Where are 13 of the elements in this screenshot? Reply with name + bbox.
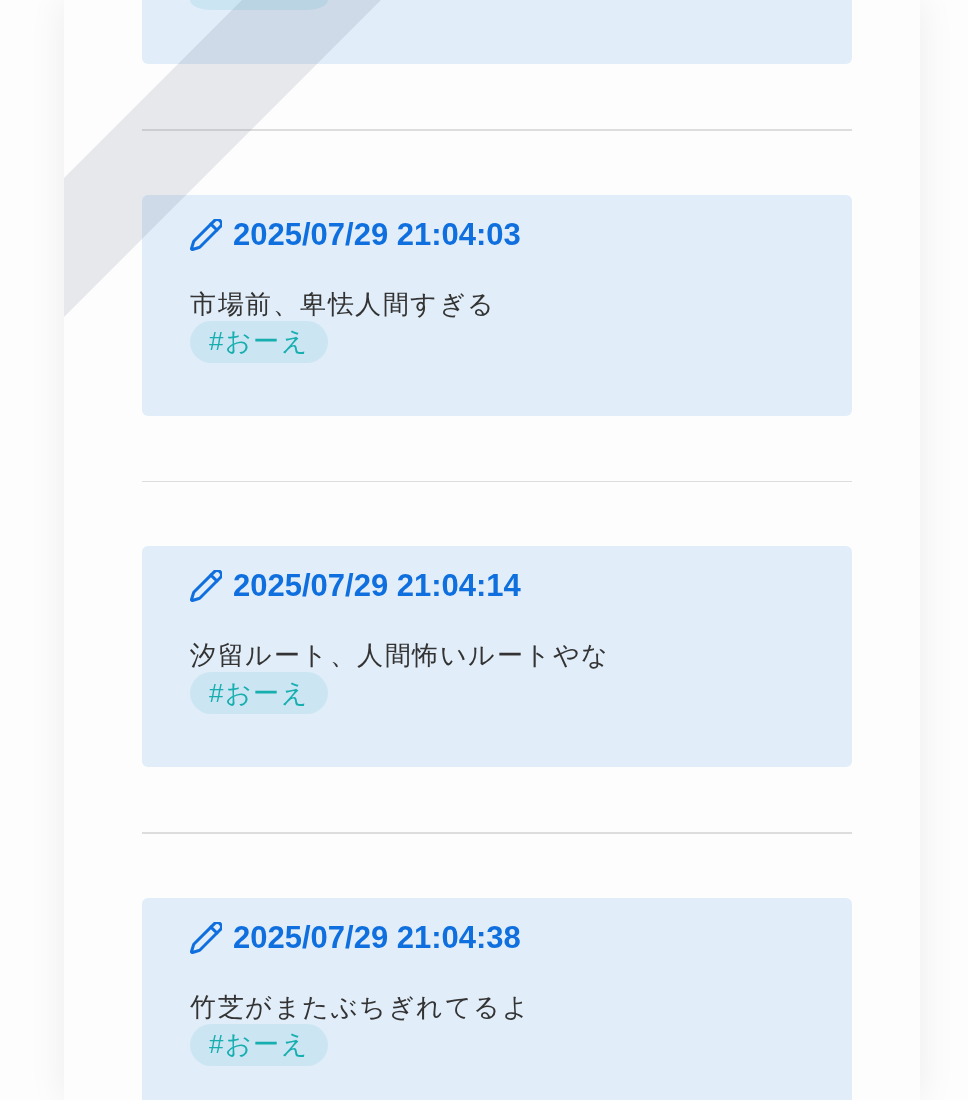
post-timestamp: 2025/07/29 21:04:03 <box>233 216 521 253</box>
hashtag-pill[interactable]: #おーえ <box>190 1023 329 1066</box>
post-text: 汐留ルート、人間怖いルートやな <box>190 639 610 672</box>
hashtag-pill[interactable]: #おーえ <box>190 320 329 363</box>
tag-pill[interactable] <box>190 0 328 10</box>
hashtag-pill[interactable]: #おーえ <box>190 672 329 714</box>
pencil-icon <box>190 570 222 602</box>
post-timestamp: 2025/07/29 21:04:14 <box>233 568 521 604</box>
post-text: 市場前、卑怯人間すぎる <box>190 287 496 321</box>
pencil-icon <box>190 921 222 954</box>
pencil-icon <box>190 218 222 251</box>
post-timestamp: 2025/07/29 21:04:38 <box>233 919 521 956</box>
post-text: 竹芝がまたぶちぎれてるよ <box>190 990 530 1024</box>
